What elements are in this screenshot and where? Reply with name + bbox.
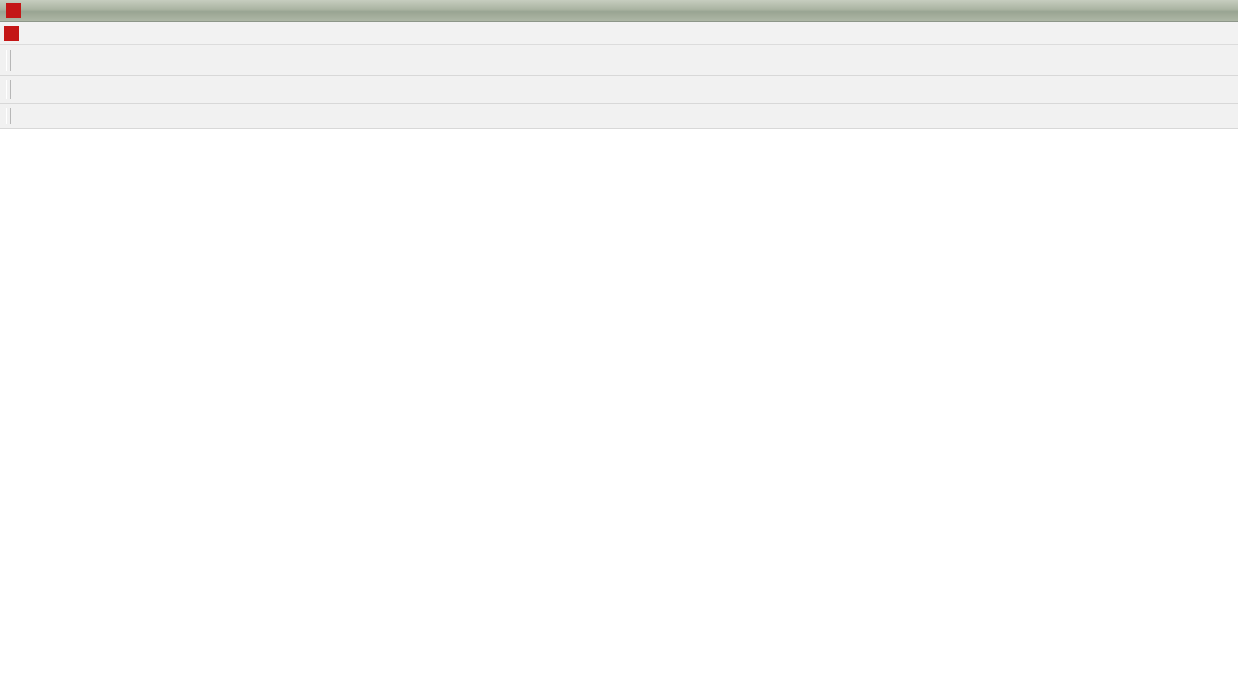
drawing-toolbar: [0, 104, 1238, 129]
menu-bar: [0, 22, 1238, 45]
chart-area[interactable]: [0, 129, 1238, 683]
main-toolbar: [0, 45, 1238, 76]
kline-chart-canvas[interactable]: [0, 129, 1238, 683]
navigation-toolbar: [0, 76, 1238, 104]
toolbar-grip[interactable]: [6, 50, 11, 71]
app-logo-icon: [6, 3, 21, 18]
toolbar-grip[interactable]: [6, 108, 11, 125]
toolbar-grip[interactable]: [6, 80, 11, 99]
title-bar: [0, 0, 1238, 22]
menu-logo-icon: [4, 26, 19, 41]
